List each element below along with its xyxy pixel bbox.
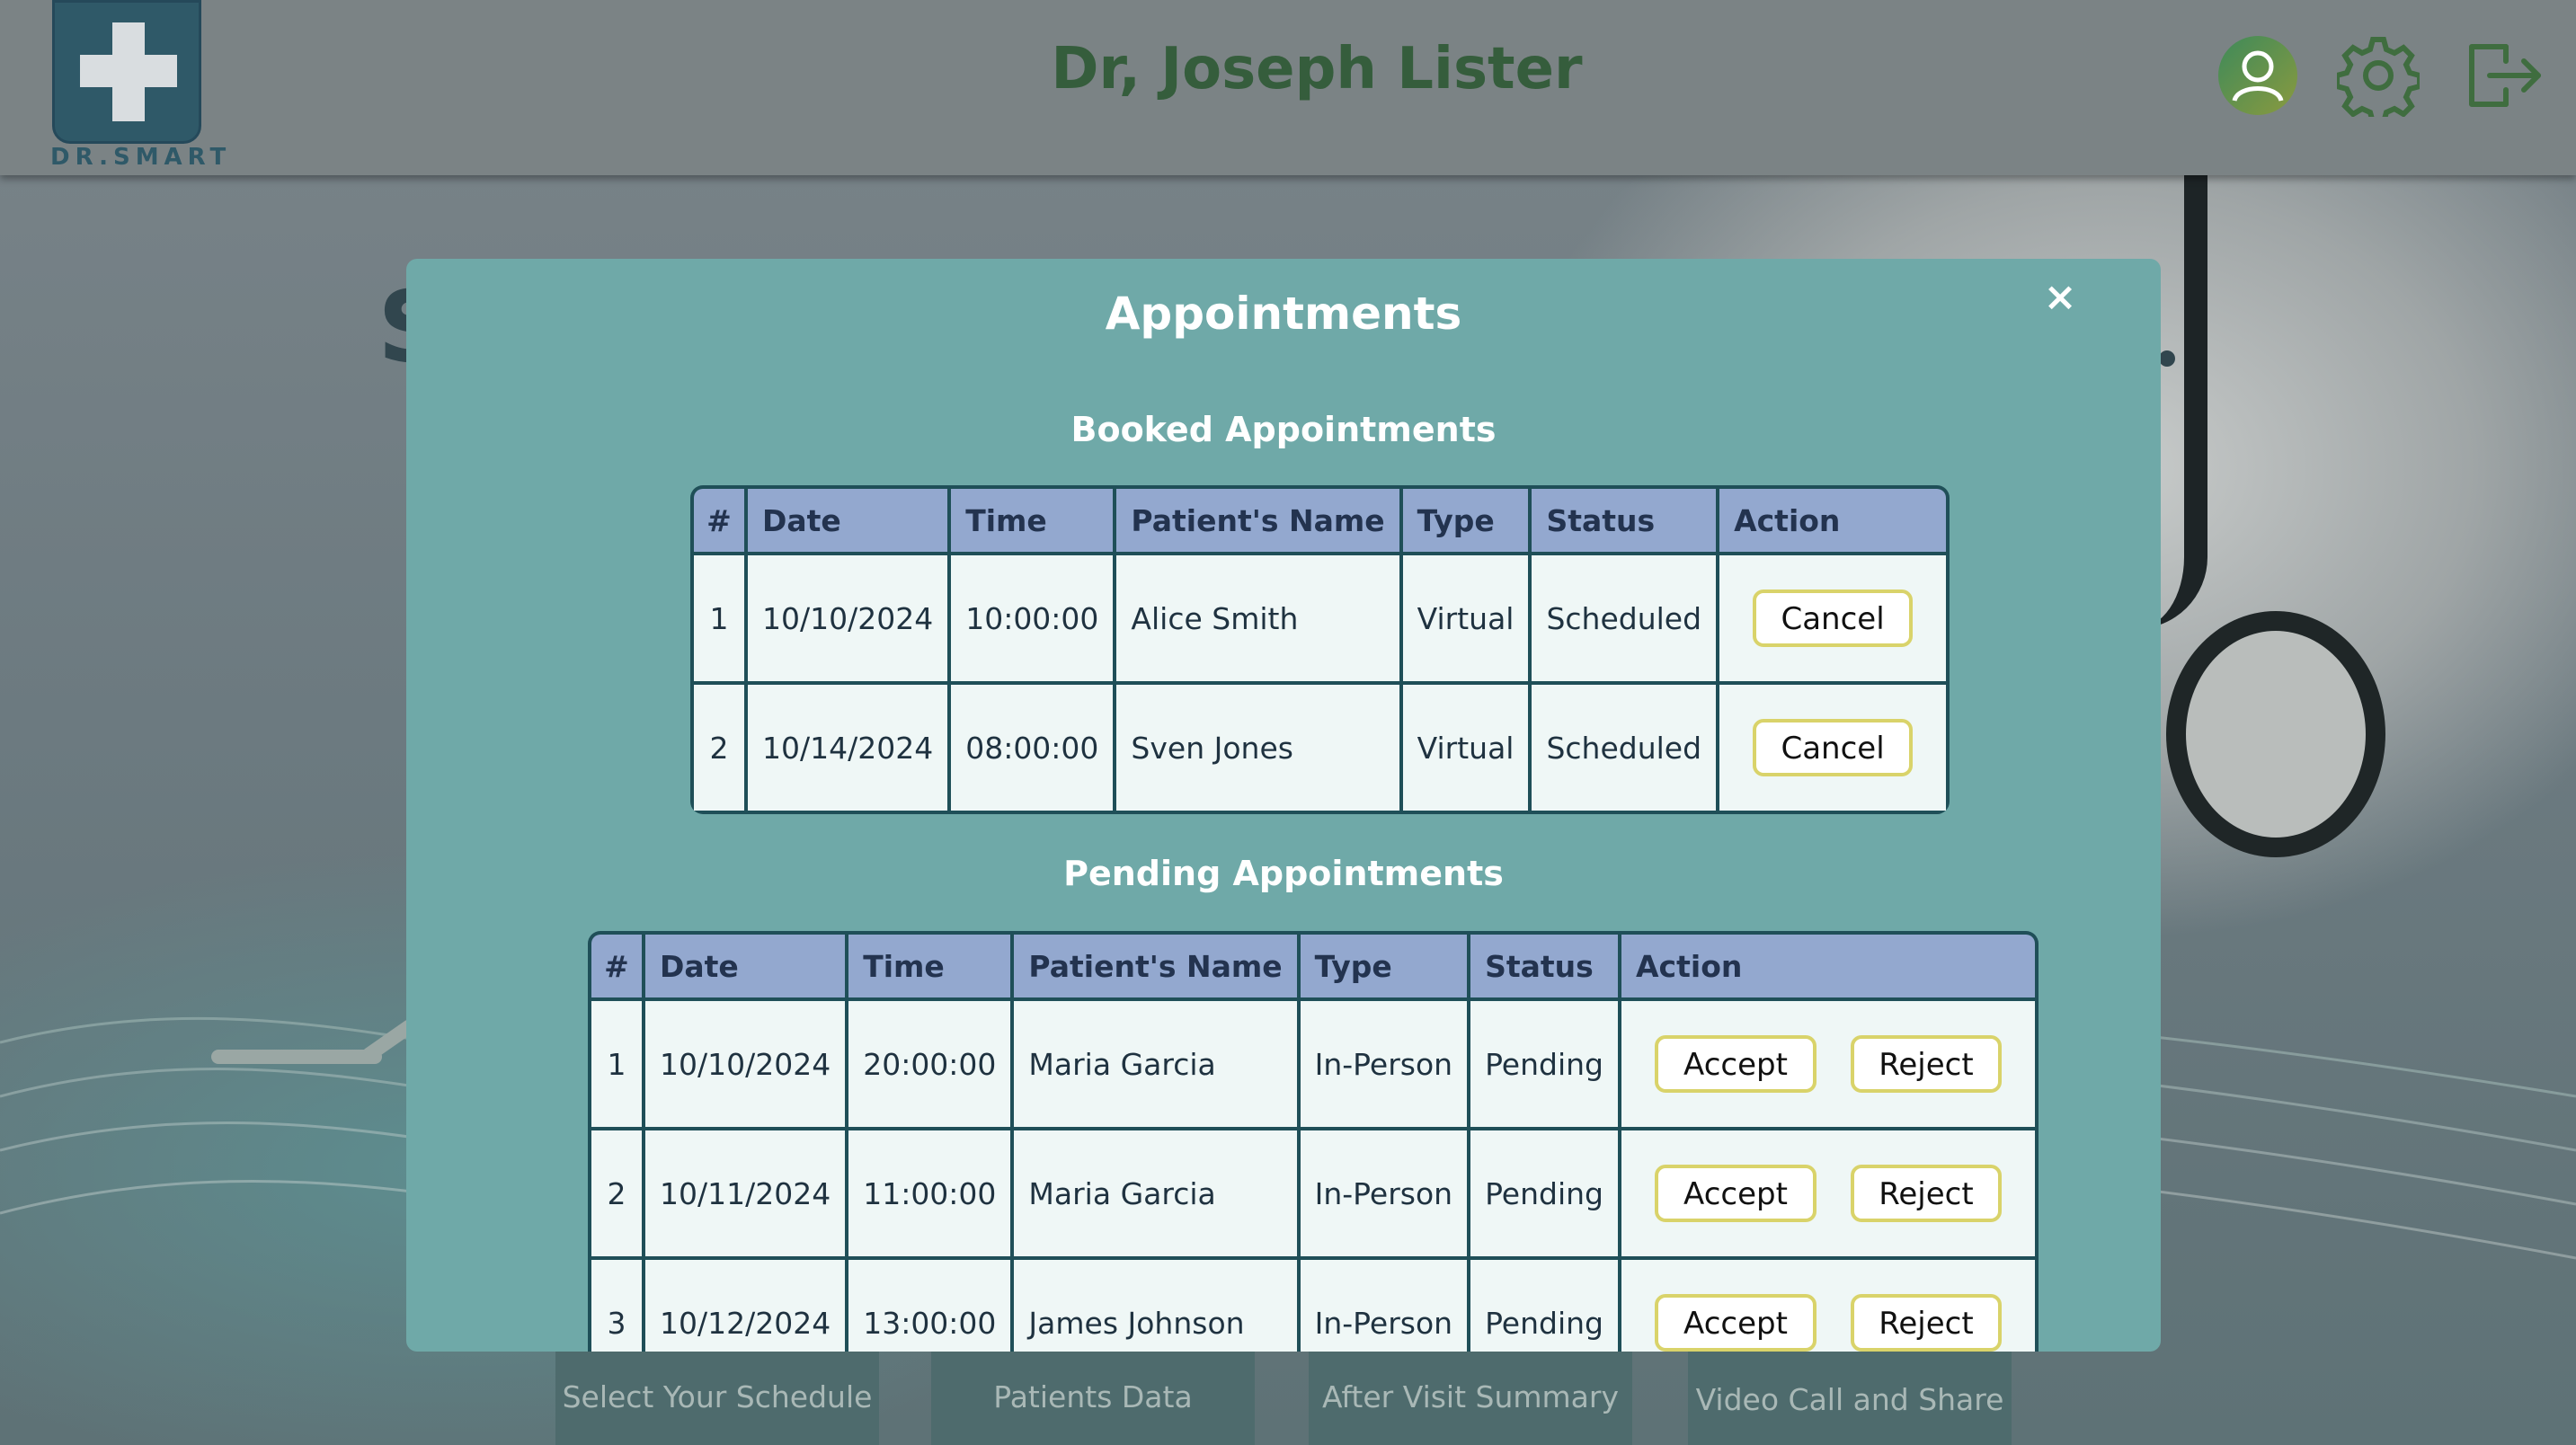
close-icon[interactable]: × bbox=[2024, 261, 2096, 332]
column-header-status: Status bbox=[1532, 489, 1717, 552]
column-header-patient-name: Patient's Name bbox=[1116, 489, 1399, 552]
column-header-action: Action bbox=[1621, 935, 2035, 997]
appointment-time: 08:00:00 bbox=[951, 685, 1114, 811]
patient-name: Maria Garcia bbox=[1014, 1001, 1297, 1127]
table-row: 1 10/10/2024 20:00:00 Maria Garcia In-Pe… bbox=[591, 1001, 2035, 1127]
appointment-date: 10/14/2024 bbox=[748, 685, 948, 811]
table-row: 2 10/14/2024 08:00:00 Sven Jones Virtual… bbox=[694, 685, 1947, 811]
appointment-status: Pending bbox=[1470, 1001, 1618, 1127]
table-row: 3 10/12/2024 13:00:00 James Johnson In-P… bbox=[591, 1260, 2035, 1352]
app-header: DR.SMART Dr, Joseph Lister bbox=[0, 0, 2576, 175]
column-header-status: Status bbox=[1470, 935, 1618, 997]
tab-after-visit-summary[interactable]: After Visit Summary bbox=[1309, 1348, 1632, 1445]
patient-name: Maria Garcia bbox=[1014, 1130, 1297, 1256]
logout-icon[interactable] bbox=[2459, 34, 2542, 117]
row-number: 2 bbox=[591, 1130, 642, 1256]
appointment-time: 11:00:00 bbox=[848, 1130, 1011, 1256]
cancel-button[interactable]: Cancel bbox=[1753, 719, 1914, 776]
action-cell: Accept Reject bbox=[1621, 1260, 2035, 1352]
row-number: 3 bbox=[591, 1260, 642, 1352]
background-line bbox=[211, 1050, 382, 1064]
logo-cross-bar bbox=[80, 55, 177, 87]
logo-text: DR.SMART bbox=[50, 144, 232, 171]
appointment-type: Virtual bbox=[1402, 555, 1529, 681]
action-cell: Cancel bbox=[1719, 685, 1947, 811]
appointment-time: 10:00:00 bbox=[951, 555, 1114, 681]
row-number: 1 bbox=[694, 555, 744, 681]
column-header-date: Date bbox=[748, 489, 948, 552]
column-header-time: Time bbox=[951, 489, 1114, 552]
appointment-date: 10/10/2024 bbox=[645, 1001, 846, 1127]
action-cell: Cancel bbox=[1719, 555, 1947, 681]
action-cell: Accept Reject bbox=[1621, 1001, 2035, 1127]
appointment-date: 10/12/2024 bbox=[645, 1260, 846, 1352]
appointment-type: In-Person bbox=[1300, 1260, 1468, 1352]
table-header-row: # Date Time Patient's Name Type Status A… bbox=[694, 489, 1947, 552]
reject-button[interactable]: Reject bbox=[1851, 1294, 2002, 1352]
appointment-status: Scheduled bbox=[1532, 685, 1717, 811]
tab-video-call-and-share[interactable]: Video Call and Share bbox=[1688, 1348, 2012, 1445]
pending-appointments-title: Pending Appointments bbox=[1063, 854, 1504, 893]
column-header-patient-name: Patient's Name bbox=[1014, 935, 1297, 997]
appointment-type: Virtual bbox=[1402, 685, 1529, 811]
appointment-time: 13:00:00 bbox=[848, 1260, 1011, 1352]
appointment-type: In-Person bbox=[1300, 1001, 1468, 1127]
appointments-modal: Appointments × Booked Appointments # Dat… bbox=[406, 259, 2161, 1352]
reject-button[interactable]: Reject bbox=[1851, 1165, 2002, 1222]
appointment-status: Scheduled bbox=[1532, 555, 1717, 681]
reject-button[interactable]: Reject bbox=[1851, 1035, 2002, 1093]
booked-appointments-table: # Date Time Patient's Name Type Status A… bbox=[690, 485, 1950, 814]
patient-name: Sven Jones bbox=[1116, 685, 1399, 811]
appointment-date: 10/10/2024 bbox=[748, 555, 948, 681]
tab-patients-data[interactable]: Patients Data bbox=[931, 1348, 1255, 1445]
logo[interactable] bbox=[52, 0, 201, 144]
appointment-time: 20:00:00 bbox=[848, 1001, 1011, 1127]
modal-title: Appointments bbox=[1105, 288, 1462, 340]
table-header-row: # Date Time Patient's Name Type Status A… bbox=[591, 935, 2035, 997]
table-row: 2 10/11/2024 11:00:00 Maria Garcia In-Pe… bbox=[591, 1130, 2035, 1256]
user-icon[interactable] bbox=[2216, 34, 2299, 117]
appointment-status: Pending bbox=[1470, 1260, 1618, 1352]
doctor-name-title: Dr, Joseph Lister bbox=[1051, 36, 1583, 102]
column-header-number: # bbox=[591, 935, 642, 997]
appointment-type: In-Person bbox=[1300, 1130, 1468, 1256]
accept-button[interactable]: Accept bbox=[1655, 1165, 1817, 1222]
pending-appointments-table: # Date Time Patient's Name Type Status A… bbox=[588, 931, 2039, 1352]
accept-button[interactable]: Accept bbox=[1655, 1035, 1817, 1093]
appointment-status: Pending bbox=[1470, 1130, 1618, 1256]
patient-name: Alice Smith bbox=[1116, 555, 1399, 681]
tab-select-your-schedule[interactable]: Select Your Schedule bbox=[555, 1348, 879, 1445]
accept-button[interactable]: Accept bbox=[1655, 1294, 1817, 1352]
cancel-button[interactable]: Cancel bbox=[1753, 590, 1914, 647]
patient-name: James Johnson bbox=[1014, 1260, 1297, 1352]
column-header-time: Time bbox=[848, 935, 1011, 997]
column-header-type: Type bbox=[1300, 935, 1468, 997]
column-header-number: # bbox=[694, 489, 744, 552]
stethoscope-image bbox=[2166, 611, 2385, 857]
column-header-date: Date bbox=[645, 935, 846, 997]
row-number: 1 bbox=[591, 1001, 642, 1127]
action-cell: Accept Reject bbox=[1621, 1130, 2035, 1256]
appointment-date: 10/11/2024 bbox=[645, 1130, 846, 1256]
column-header-action: Action bbox=[1719, 489, 1947, 552]
column-header-type: Type bbox=[1402, 489, 1529, 552]
row-number: 2 bbox=[694, 685, 744, 811]
settings-icon[interactable] bbox=[2337, 34, 2420, 117]
table-row: 1 10/10/2024 10:00:00 Alice Smith Virtua… bbox=[694, 555, 1947, 681]
booked-appointments-title: Booked Appointments bbox=[1070, 410, 1497, 449]
